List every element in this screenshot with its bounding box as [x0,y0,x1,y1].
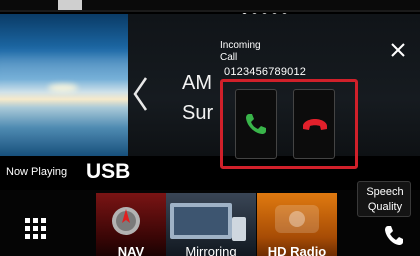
speech-quality-button[interactable]: Speech Quality [357,181,411,217]
now-playing-source: USB [86,160,131,183]
incoming-call-title-line1: Incoming [220,40,261,51]
hd-radio-icon [275,205,319,233]
artwork-sun [48,84,78,92]
speech-quality-label-line1: Speech [366,186,404,198]
top-status-bar [0,0,420,12]
now-playing-label: Now Playing [6,166,68,178]
reject-call-button[interactable] [293,89,335,159]
answer-call-button[interactable] [235,89,277,159]
hd-radio-label: HD Radio [267,244,327,256]
grid-menu-icon[interactable] [25,218,46,239]
now-playing-artwork[interactable] [0,14,128,156]
mirroring-label: Mirroring [185,244,237,256]
close-icon[interactable] [388,40,408,60]
home-indicator [58,0,82,10]
phone-answer-icon [246,114,266,134]
mirroring-icon [170,203,246,241]
caller-number: 0123456789012 [224,66,307,78]
source-name-line1[interactable]: AM [182,72,212,95]
incoming-call-title-line2: Call [220,52,238,63]
hd-radio-tile[interactable]: HD Radio [257,193,337,256]
mirroring-tile[interactable]: Mirroring [166,193,256,256]
incoming-call-title: Incoming Call [220,40,261,64]
speech-quality-label-line2: Quality [367,201,403,213]
source-name-line2[interactable]: Sur [182,102,213,125]
phone-icon[interactable] [383,224,405,248]
phone-reject-icon [303,119,327,130]
nav-label: NAV [117,244,145,256]
chevron-left-icon[interactable] [130,74,152,114]
nav-icon [112,207,140,235]
nav-tile[interactable]: NAV [96,193,166,256]
status-strip [0,10,420,12]
